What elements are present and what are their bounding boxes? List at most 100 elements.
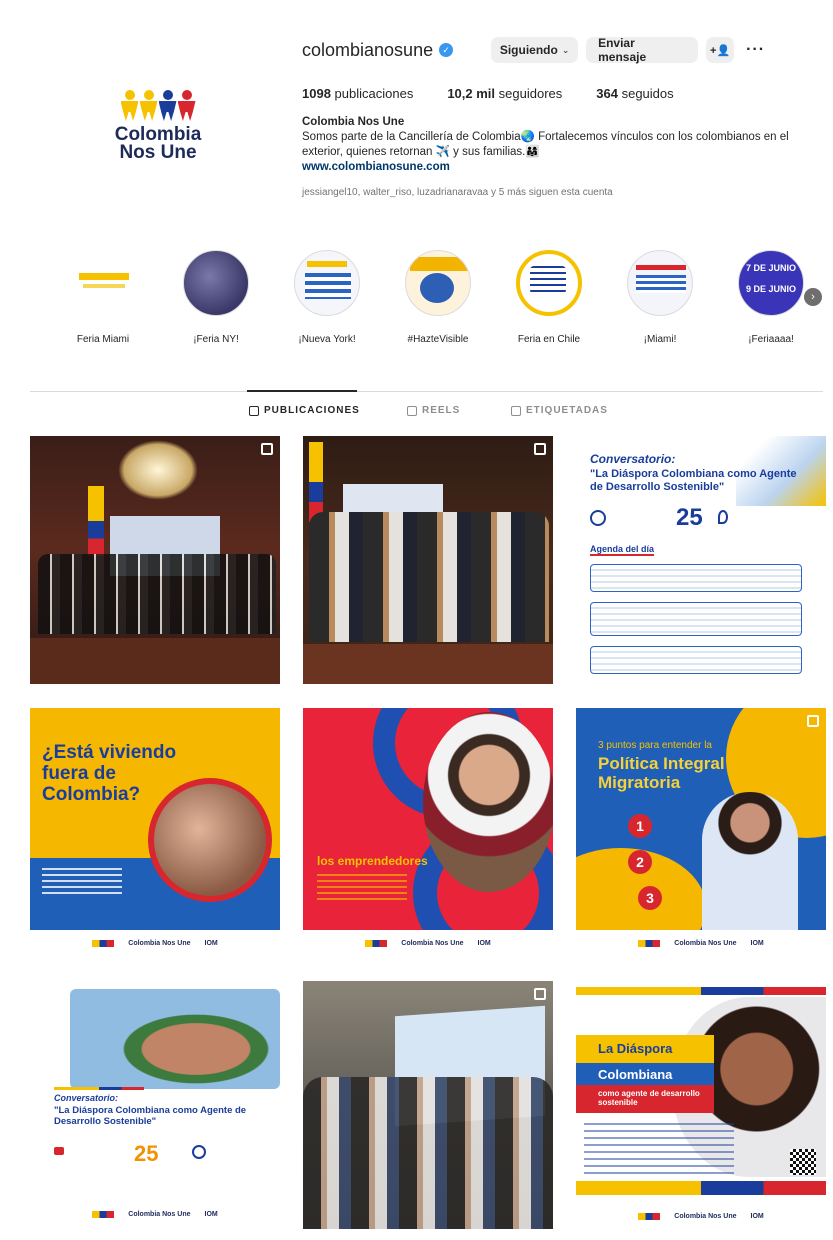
- post-tile[interactable]: La Diáspora Colombiana como agente de de…: [576, 981, 826, 1229]
- iom-logo-text: IOM: [750, 939, 764, 947]
- post-title: "La Diáspora Colombiana como Agente de D…: [54, 1105, 247, 1127]
- post-date-number: 25: [676, 504, 703, 531]
- tagged-icon: [511, 405, 521, 416]
- iom-logo-text: IOM: [204, 1210, 218, 1218]
- post-tile[interactable]: ¿Está viviendo fuera de Colombia? Colomb…: [30, 708, 280, 956]
- highlight-label: Feria Miami: [76, 334, 130, 345]
- reel-icon: [534, 443, 546, 455]
- highlight-item[interactable]: Feria en Chile: [504, 248, 594, 345]
- avatar-people-icon: [120, 90, 196, 122]
- highlight-item[interactable]: Feria Miami: [58, 248, 148, 345]
- flag-icon: [638, 939, 661, 947]
- post-tile[interactable]: [303, 436, 553, 684]
- highlight-item[interactable]: #HazteVisible: [393, 248, 483, 345]
- bio: Colombia Nos Une Somos parte de la Canci…: [302, 115, 822, 175]
- bio-link[interactable]: www.colombianosune.com: [302, 160, 822, 175]
- username: colombianosune: [302, 39, 434, 60]
- tab-label: REELS: [422, 405, 461, 416]
- iom-logo-text: IOM: [750, 1212, 764, 1220]
- post-title-label: Conversatorio:: [54, 1093, 119, 1103]
- following-stat[interactable]: 364 seguidos: [596, 86, 673, 101]
- highlight-label: ¡Feriaaaa!: [748, 334, 794, 345]
- post-title-line2: Colombiana: [598, 1067, 673, 1082]
- posts-label: publicaciones: [334, 86, 414, 101]
- logo-text: Colombia Nos Une: [674, 1212, 737, 1220]
- highlight-item[interactable]: 7 DE JUNIO 9 DE JUNIO ¡Feriaaaa!: [726, 248, 816, 345]
- flag-icon: [92, 1210, 115, 1218]
- highlight-cover: [627, 250, 693, 316]
- highlight-cover: [405, 250, 471, 316]
- agenda-block: [590, 564, 802, 592]
- qr-code-icon: [790, 1149, 816, 1175]
- youtube-icon: [54, 1147, 64, 1155]
- more-icon[interactable]: ···: [746, 41, 765, 59]
- profile-info: colombianosune ✓ Siguiendo ⌄ Enviar mens…: [302, 36, 822, 198]
- profile-avatar[interactable]: Colombia Nos Une: [84, 52, 232, 200]
- bio-name: Colombia Nos Une: [302, 116, 405, 128]
- following-button[interactable]: Siguiendo ⌄: [491, 37, 579, 63]
- post-title-line1: La Diáspora: [598, 1041, 673, 1056]
- iom-logo-text: IOM: [477, 939, 491, 947]
- step-number: 1: [628, 814, 652, 838]
- highlight-label: ¡Nueva York!: [298, 334, 356, 345]
- post-tile[interactable]: [30, 436, 280, 684]
- post-footer-logos: Colombia Nos Une IOM: [576, 930, 826, 956]
- step-number: 3: [638, 886, 662, 910]
- logo-text: Colombia Nos Une: [674, 939, 737, 947]
- following-label: seguidos: [621, 86, 674, 101]
- reels-icon: [407, 405, 417, 416]
- carousel-icon: [261, 443, 273, 455]
- send-message-button[interactable]: Enviar mensaje: [586, 36, 699, 64]
- tab-etiquetadas[interactable]: ETIQUETADAS: [511, 405, 608, 416]
- highlight-cover-text1: 7 DE JUNIO: [745, 263, 796, 273]
- woman-photo-image: [702, 792, 798, 932]
- post-tile[interactable]: 3 puntos para entender la Política Integ…: [576, 708, 826, 956]
- clock-icon: [192, 1145, 206, 1159]
- highlight-label: ¡Feria NY!: [193, 334, 239, 345]
- post-title-label: Conversatorio:: [590, 452, 676, 466]
- post-body-text: [317, 874, 407, 904]
- active-tab-indicator: [247, 390, 357, 392]
- post-title-line3: como agente de desarrollo sostenible: [598, 1089, 700, 1107]
- post-tile[interactable]: los emprendedores Colombia Nos Une IOM: [303, 708, 553, 956]
- logo-text: Colombia Nos Une: [401, 939, 464, 947]
- highlights-next-icon[interactable]: ›: [804, 288, 822, 306]
- followers-count: 10,2 mil: [447, 86, 496, 101]
- group-people-image: [38, 554, 276, 634]
- highlight-cover: [516, 250, 582, 316]
- woman-photo-image: [423, 712, 553, 892]
- post-date-number: 25: [134, 1141, 159, 1166]
- youth-group-image: [70, 989, 280, 1089]
- followed-by[interactable]: jessiangel10, walter_riso, luzadrianarav…: [302, 187, 822, 198]
- profile-stats: 1098 publicaciones 10,2 mil seguidores 3…: [302, 86, 822, 101]
- post-tile[interactable]: Conversatorio: "La Diáspora Colombiana c…: [30, 981, 280, 1229]
- story-highlights: Feria Miami ¡Feria NY! ¡Nueva York! #Haz…: [58, 248, 828, 358]
- clock-icon: [590, 510, 606, 526]
- carousel-icon: [534, 988, 546, 1000]
- tab-label: ETIQUETADAS: [526, 405, 608, 416]
- highlight-item[interactable]: ¡Nueva York!: [282, 248, 372, 345]
- highlight-label: #HazteVisible: [407, 334, 469, 345]
- post-tile[interactable]: [303, 981, 553, 1229]
- step-number: 2: [628, 850, 652, 874]
- person-add-icon[interactable]: +👤: [706, 37, 735, 63]
- floor-image: [303, 644, 553, 684]
- tab-publicaciones[interactable]: PUBLICACIONES: [249, 405, 360, 416]
- tab-reels[interactable]: REELS: [407, 405, 460, 416]
- highlight-item[interactable]: ¡Feria NY!: [171, 248, 261, 345]
- photo-people-image: [154, 784, 266, 896]
- bio-text: Somos parte de la Cancillería de Colombi…: [302, 131, 789, 158]
- flag-stripe: [54, 1087, 144, 1090]
- post-body-text: [584, 1123, 734, 1179]
- group-people-image: [309, 512, 549, 642]
- post-tile[interactable]: Conversatorio: "La Diáspora Colombiana c…: [576, 436, 826, 684]
- highlight-label: Feria en Chile: [517, 334, 581, 345]
- agenda-block: [590, 646, 802, 674]
- posts-count: 1098: [302, 86, 331, 101]
- followers-stat[interactable]: 10,2 mil seguidores: [447, 86, 562, 101]
- highlight-item[interactable]: ¡Miami!: [615, 248, 705, 345]
- grid-icon: [249, 405, 259, 416]
- following-count: 364: [596, 86, 618, 101]
- posts-stat: 1098 publicaciones: [302, 86, 413, 101]
- highlight-cover: [183, 250, 249, 316]
